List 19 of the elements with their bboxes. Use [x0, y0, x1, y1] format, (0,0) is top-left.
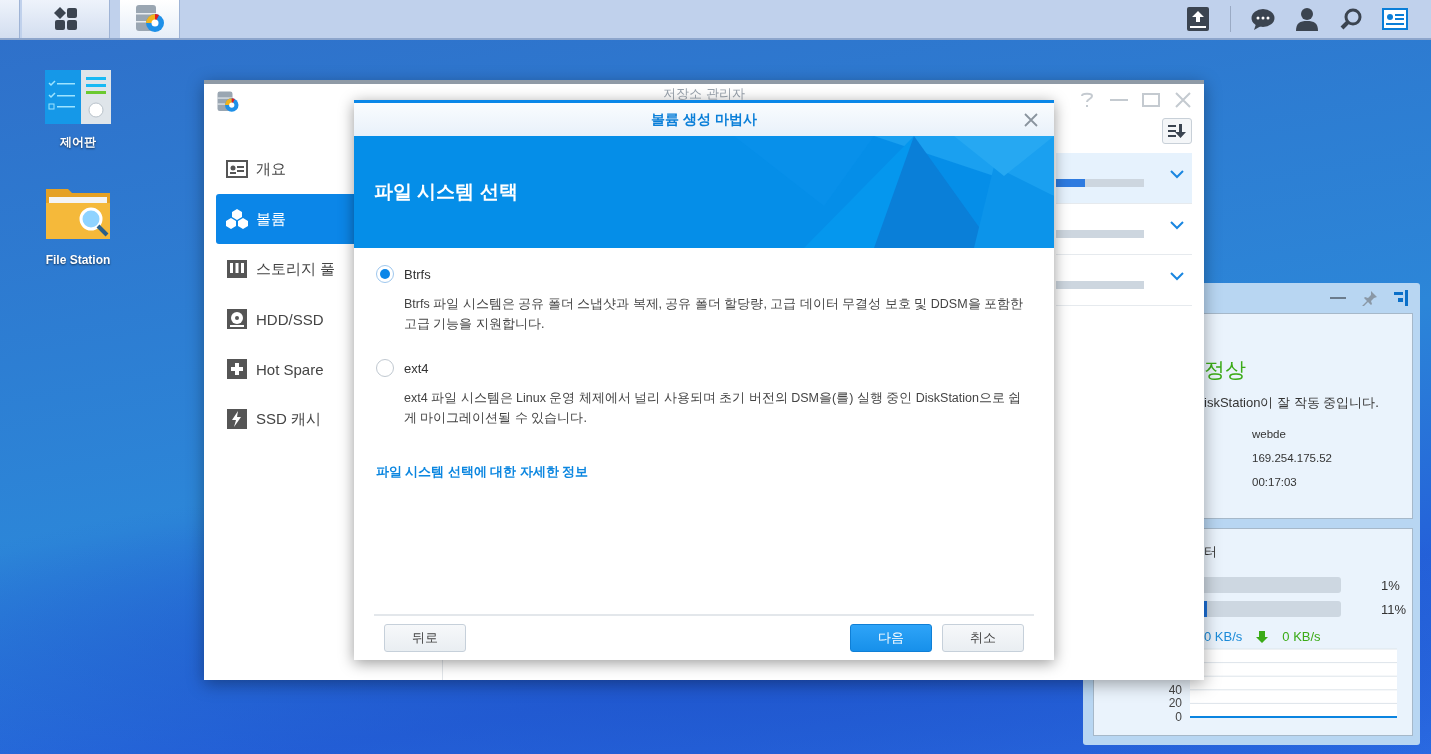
status-text: 정상 [1204, 357, 1247, 383]
window-title: 저장소 관리자 [663, 85, 745, 100]
upload-speed: 0 KB/s [1204, 629, 1243, 644]
usage-reading: 1% [1381, 577, 1400, 593]
usage-reading: 11% [1381, 601, 1407, 617]
info-value: webde [1252, 428, 1287, 440]
option-description: ext4 파일 시스템은 Linux 운영 체제에서 널리 사용되며 초기 버전의 DSM을(를) 실행 중인 DiskStation으로 쉽게 마이그레이션될 수 있습니다. [404, 390, 1023, 427]
option-label: Btrfs [404, 266, 431, 282]
axis-tick-label: 0 [1175, 710, 1182, 723]
info-value: 00:17:03 [1252, 476, 1298, 488]
status-message: iskStation이 잘 작동 중입니다. [1204, 394, 1380, 412]
monitor-title: 터 [1204, 543, 1218, 561]
option-description: Btrfs 파일 시스템은 공유 폴더 스냅샷과 복제, 공유 폴더 할당량, 고급 데이터 무결성 보호 및 DDSM을 포함한 고급 기능을 지원합니다. [404, 296, 1024, 333]
info-value: 169.254.175.52 [1252, 452, 1333, 464]
axis-tick-label: 20 [1168, 696, 1182, 711]
download-speed: 0 KB/s [1282, 629, 1321, 644]
axis-tick-label: 40 [1168, 682, 1182, 697]
option-label: ext4 [404, 360, 429, 376]
dialog-title: 볼륨 생성 마법사 [651, 110, 757, 129]
